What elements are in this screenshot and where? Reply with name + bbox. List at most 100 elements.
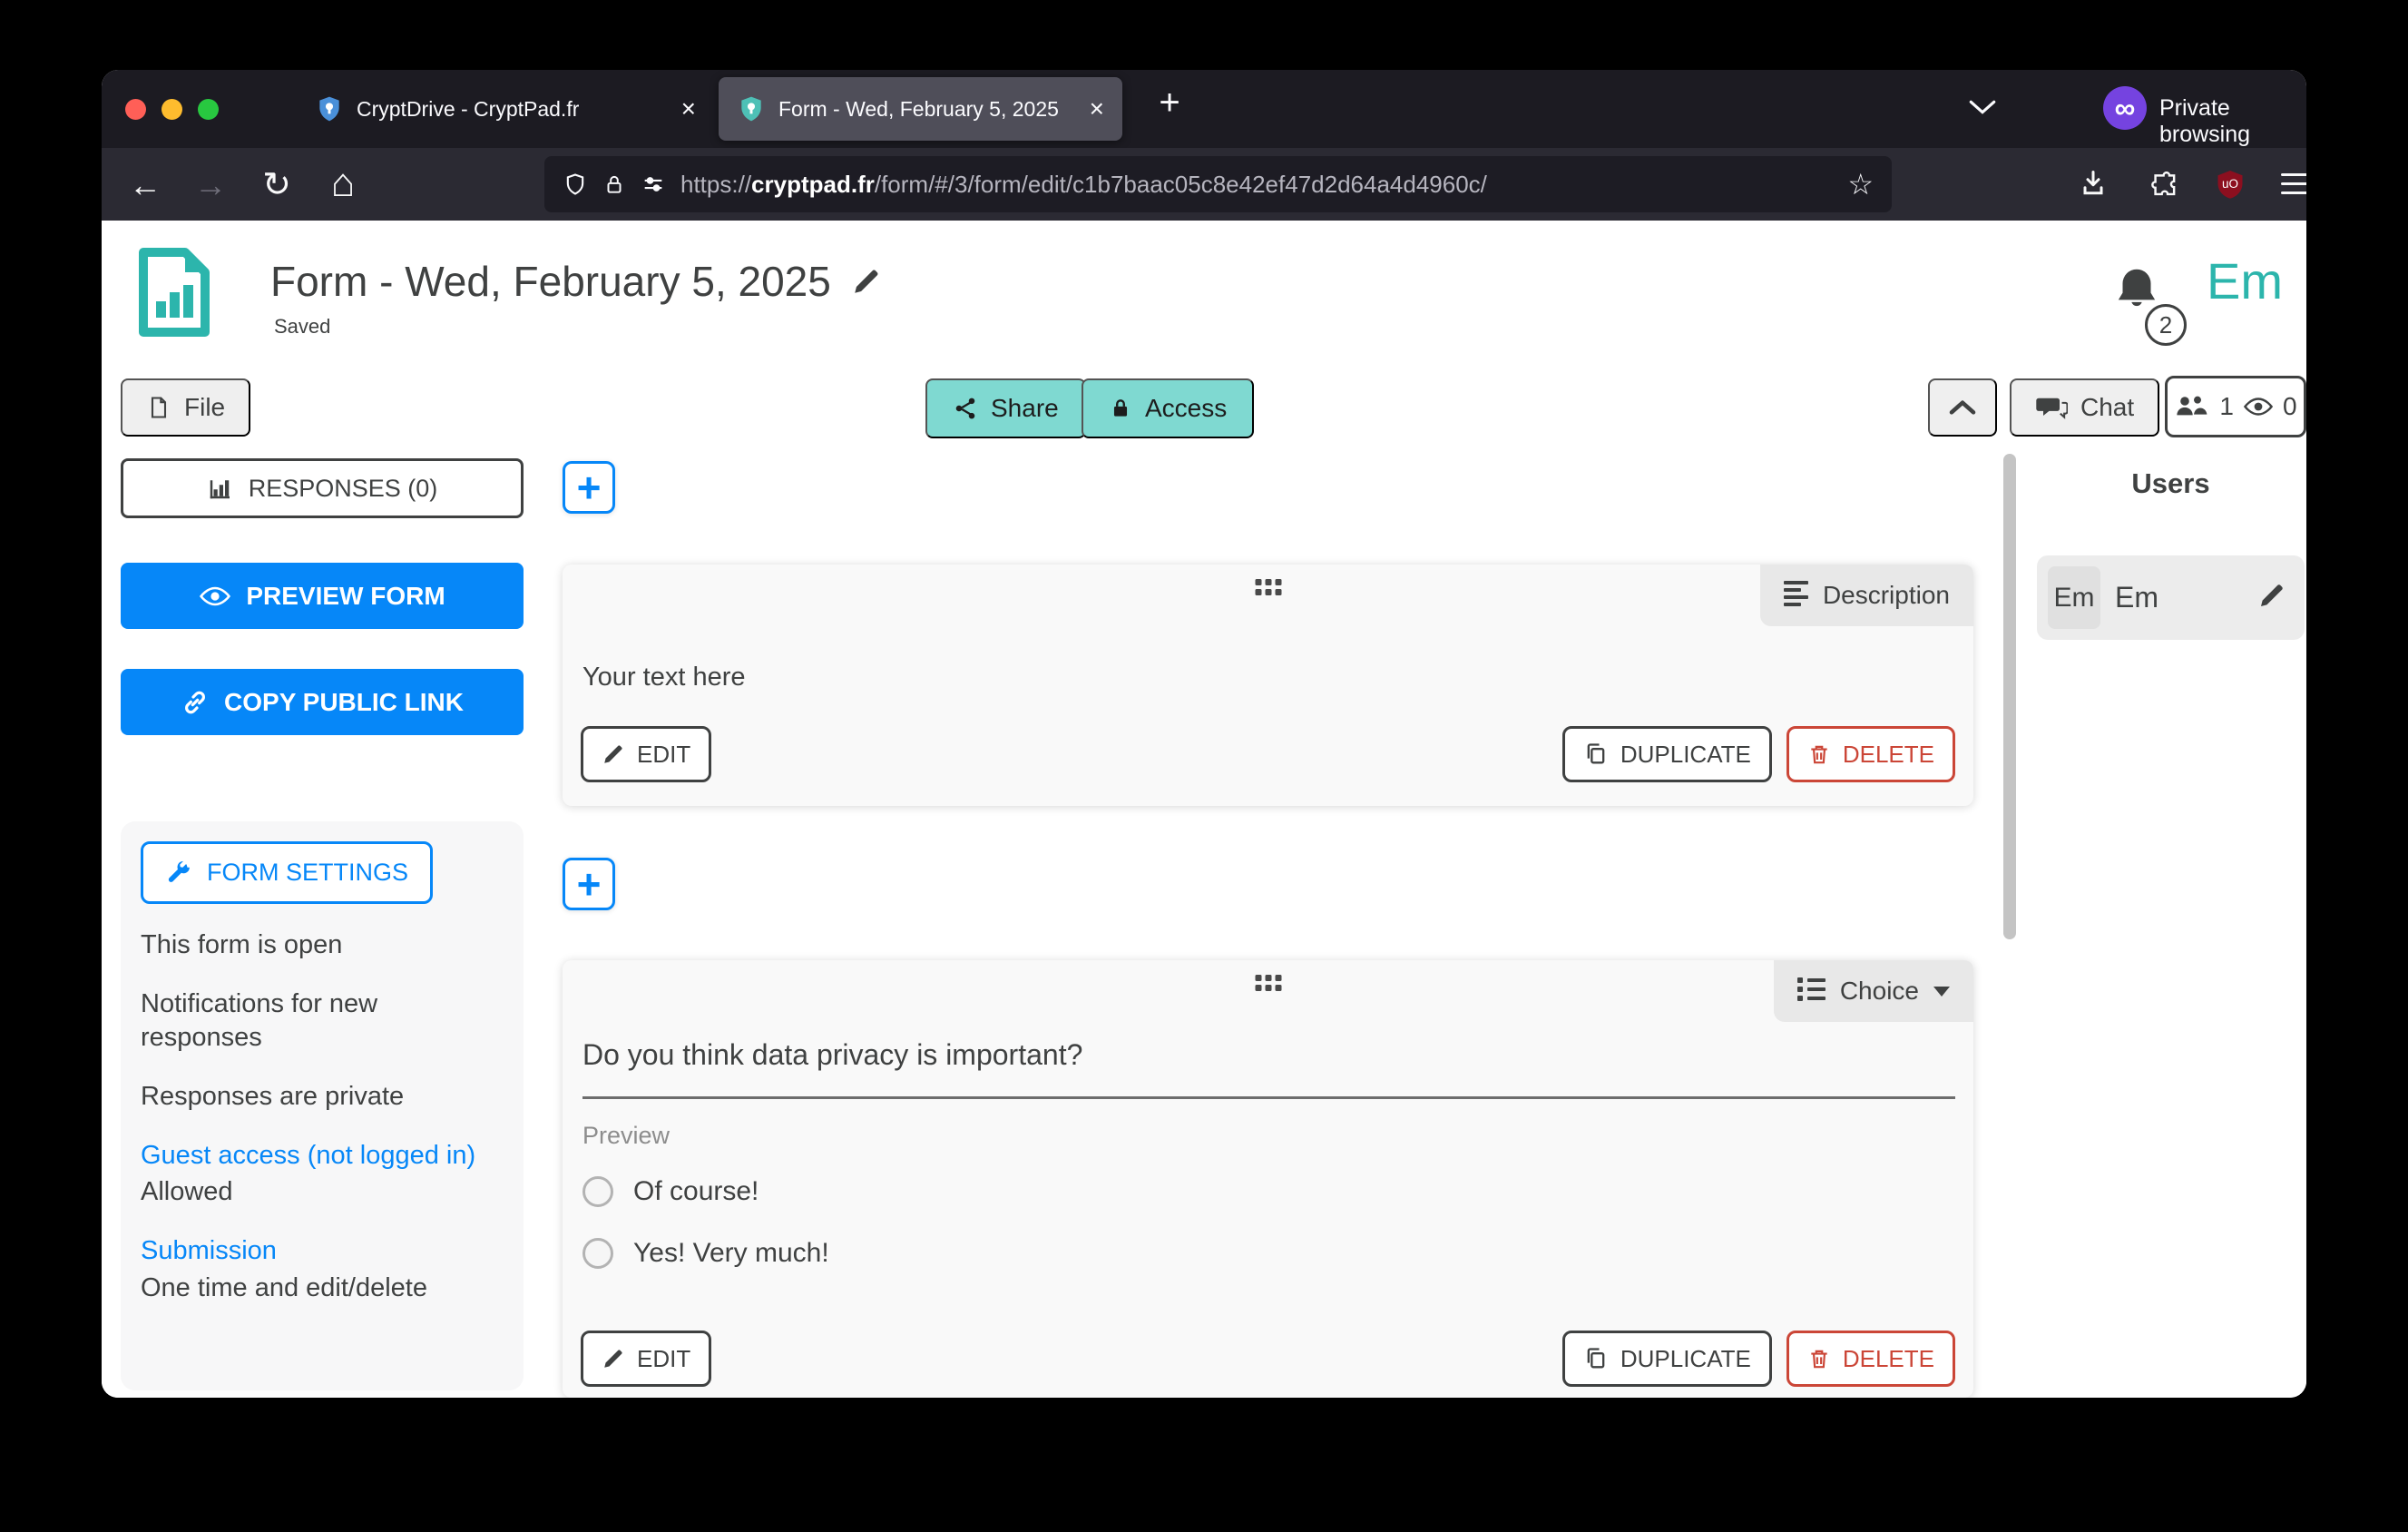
menu-hamburger-icon[interactable] — [2281, 173, 2306, 201]
delete-label: DELETE — [1843, 741, 1934, 769]
form-settings-label: FORM SETTINGS — [207, 859, 408, 887]
duplicate-label: DUPLICATE — [1620, 741, 1751, 769]
account-name[interactable]: Em — [2207, 251, 2283, 310]
minimize-window-button[interactable] — [162, 99, 182, 120]
block-type-tab-choice[interactable]: Choice — [1774, 960, 1973, 1022]
private-browsing-label: Private browsing — [2159, 95, 2306, 148]
close-tab-icon[interactable]: × — [1090, 94, 1104, 123]
pencil-icon — [602, 1347, 625, 1370]
block-type-label: Description — [1823, 581, 1950, 610]
url-bar[interactable]: https://cryptpad.fr/form/#/3/form/edit/c… — [544, 156, 1892, 212]
forward-icon[interactable]: → — [191, 166, 230, 204]
option-label: Yes! Very much! — [633, 1238, 829, 1269]
caret-down-icon — [1933, 987, 1950, 997]
navigation-bar: ← → ↻ ⌂ https://cryptpad.fr/form/#/3/for… — [102, 148, 2306, 221]
extensions-puzzle-icon[interactable] — [2145, 168, 2178, 201]
chat-label: Chat — [2080, 393, 2134, 422]
setting-guest-access-link[interactable]: Guest access (not logged in) — [141, 1139, 504, 1174]
back-icon[interactable]: ← — [125, 166, 165, 204]
close-tab-icon[interactable]: × — [681, 94, 696, 123]
duplicate-label: DUPLICATE — [1620, 1345, 1751, 1373]
preview-section-label: Preview — [582, 1122, 670, 1150]
home-icon[interactable]: ⌂ — [323, 161, 363, 206]
viewers-count: 0 — [2283, 392, 2297, 421]
document-title-text: Form - Wed, February 5, 2025 — [270, 257, 831, 306]
trash-icon — [1807, 1346, 1831, 1371]
private-browsing-mask-icon: ∞ — [2103, 86, 2147, 130]
ublock-origin-icon[interactable]: uO — [2214, 168, 2246, 201]
block-type-tab-description: Description — [1760, 565, 1973, 626]
copy-public-link-label: COPY PUBLIC LINK — [224, 688, 464, 717]
list-all-tabs-chevron-icon[interactable] — [1967, 97, 1998, 117]
file-document-icon — [146, 393, 171, 422]
drag-handle-icon[interactable] — [1255, 975, 1281, 991]
responses-button[interactable]: RESPONSES (0) — [121, 458, 524, 518]
tab-cryptdrive[interactable]: CryptDrive - CryptPad.fr × — [297, 77, 714, 141]
new-tab-button[interactable]: + — [1147, 83, 1192, 123]
edit-button[interactable]: EDIT — [581, 1331, 711, 1387]
setting-submission-link[interactable]: Submission — [141, 1234, 504, 1269]
cryptpad-form-logo — [136, 246, 212, 339]
url-text: https://cryptpad.fr/form/#/3/form/edit/c… — [680, 171, 1487, 199]
preview-form-button[interactable]: PREVIEW FORM — [121, 563, 524, 629]
preview-form-label: PREVIEW FORM — [246, 582, 445, 611]
add-block-button[interactable]: + — [563, 858, 615, 910]
url-scheme: https:// — [680, 171, 751, 198]
bookmark-star-icon[interactable]: ☆ — [1847, 167, 1874, 201]
lock-icon — [1109, 395, 1132, 422]
user-name: Em — [2115, 581, 2158, 614]
cryptpad-shield-icon — [315, 94, 344, 123]
edit-name-pencil-icon[interactable] — [2257, 581, 2286, 610]
share-nodes-icon — [953, 395, 978, 422]
tab-title: Form - Wed, February 5, 2025 — [778, 97, 1059, 122]
url-path: /form/#/3/form/edit/c1b7baac05c8e42ef47d… — [875, 171, 1487, 198]
radio-button[interactable] — [582, 1238, 613, 1269]
editors-count: 1 — [2219, 392, 2234, 421]
tracking-protection-shield-icon[interactable] — [563, 171, 588, 198]
block-actions: EDIT DUPLICATE DELETE — [581, 1331, 1955, 1387]
copy-public-link-button[interactable]: COPY PUBLIC LINK — [121, 669, 524, 735]
reload-icon[interactable]: ↻ — [257, 164, 297, 205]
setting-responses-private: Responses are private — [141, 1080, 504, 1115]
scrollbar[interactable] — [2003, 454, 2016, 939]
form-settings-button[interactable]: FORM SETTINGS — [141, 841, 433, 904]
delete-label: DELETE — [1843, 1345, 1934, 1373]
close-window-button[interactable] — [125, 99, 146, 120]
edit-button[interactable]: EDIT — [581, 726, 711, 782]
choice-option: Yes! Very much! — [582, 1238, 829, 1269]
access-button[interactable]: Access — [1082, 378, 1254, 438]
delete-button[interactable]: DELETE — [1786, 726, 1955, 782]
setting-form-open: This form is open — [141, 928, 504, 963]
chat-button[interactable]: Chat — [2010, 378, 2159, 437]
choice-block: Choice Do you think data privacy is impo… — [563, 960, 1973, 1398]
share-button[interactable]: Share — [925, 378, 1086, 438]
tab-form-active[interactable]: Form - Wed, February 5, 2025 × — [719, 77, 1122, 141]
delete-button[interactable]: DELETE — [1786, 1331, 1955, 1387]
notification-count-badge: 2 — [2145, 304, 2187, 346]
trash-icon — [1807, 741, 1831, 767]
drag-handle-icon[interactable] — [1255, 579, 1281, 595]
permissions-icon[interactable] — [641, 172, 666, 197]
collapse-toolbar-button[interactable] — [1928, 378, 1997, 437]
file-menu-button[interactable]: File — [121, 378, 250, 437]
question-text[interactable]: Do you think data privacy is important? — [582, 1038, 1082, 1072]
edit-label: EDIT — [637, 1345, 690, 1373]
lock-icon[interactable] — [602, 171, 626, 198]
eye-icon — [2243, 396, 2274, 417]
access-label: Access — [1145, 394, 1227, 423]
downloads-icon[interactable] — [2076, 168, 2110, 201]
duplicate-button[interactable]: DUPLICATE — [1562, 1331, 1772, 1387]
question-underline — [582, 1096, 1955, 1099]
radio-button[interactable] — [582, 1176, 613, 1207]
users-group-icon — [2174, 393, 2210, 420]
block-actions: EDIT DUPLICATE DELETE — [581, 726, 1955, 782]
rename-pencil-icon[interactable] — [851, 266, 882, 297]
option-label: Of course! — [633, 1176, 759, 1207]
add-block-button[interactable]: + — [563, 461, 615, 514]
form-settings-panel: FORM SETTINGS This form is open Notifica… — [121, 821, 524, 1390]
pencil-icon — [602, 742, 625, 766]
maximize-window-button[interactable] — [198, 99, 219, 120]
chevron-up-icon — [1948, 398, 1977, 417]
duplicate-button[interactable]: DUPLICATE — [1562, 726, 1772, 782]
user-list-button[interactable]: 1 0 — [2165, 376, 2306, 437]
